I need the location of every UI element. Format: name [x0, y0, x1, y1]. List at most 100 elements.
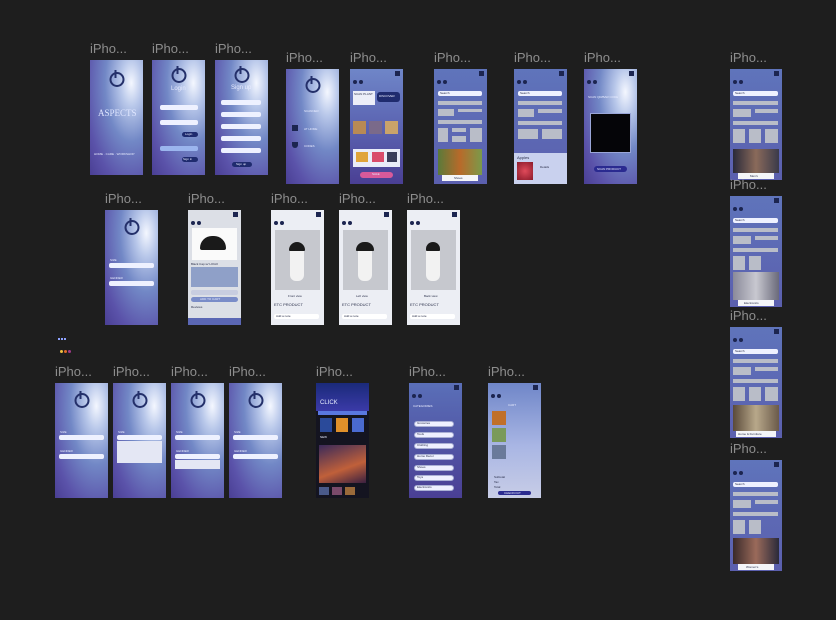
- category-block[interactable]: [518, 121, 562, 125]
- frame-filter-3[interactable]: iPho... SIZE GENDER: [171, 364, 224, 498]
- product-photo[interactable]: [356, 152, 368, 162]
- thumb-photo[interactable]: [332, 487, 342, 495]
- product-photo[interactable]: [387, 152, 397, 162]
- gender-dropdown[interactable]: [175, 460, 220, 469]
- frame-side-4[interactable]: iPho... Search Women's: [730, 441, 782, 571]
- frame-signup[interactable]: iPho... Sign up Sign up: [215, 41, 268, 175]
- category-block[interactable]: [765, 387, 778, 401]
- category-block[interactable]: [733, 492, 778, 496]
- product-photo[interactable]: [320, 418, 332, 432]
- cart-item-photo[interactable]: [492, 428, 506, 442]
- frame-categories[interactable]: iPho... CATEGORIES Groceries Tools Cloth…: [409, 364, 462, 498]
- frame-filter-1[interactable]: iPho... SIZE GENDER: [55, 364, 108, 498]
- frame-filter-4[interactable]: iPho... SIZE GENDER: [229, 364, 282, 498]
- frame-cap-front[interactable]: iPho... Front view ETC PRODUCT Add a not…: [271, 191, 324, 325]
- category-block[interactable]: [755, 236, 778, 240]
- hero-photo[interactable]: [319, 445, 366, 483]
- menu-item[interactable]: CODES: [304, 144, 315, 148]
- category-block[interactable]: [438, 101, 482, 105]
- size-select[interactable]: [117, 435, 162, 440]
- category-block[interactable]: [755, 500, 778, 504]
- size-dropdown[interactable]: [117, 441, 162, 463]
- confirm-field[interactable]: [221, 148, 261, 153]
- category-block[interactable]: [438, 128, 448, 142]
- frame-side-1[interactable]: iPho... Search Men's: [730, 50, 782, 180]
- email-field[interactable]: [221, 112, 261, 117]
- cart-item-photo[interactable]: [492, 411, 506, 425]
- name-field[interactable]: [221, 100, 261, 105]
- thumb-photo[interactable]: [319, 487, 329, 495]
- category-block[interactable]: [518, 109, 534, 117]
- product-photo[interactable]: [336, 418, 348, 432]
- category-block[interactable]: [470, 128, 482, 142]
- category-block[interactable]: [733, 121, 778, 125]
- menu-item[interactable]: AT HOME: [304, 127, 317, 131]
- category-block[interactable]: [749, 256, 761, 270]
- gender-select[interactable]: [233, 454, 278, 459]
- category-block[interactable]: [452, 136, 466, 142]
- frame-cart[interactable]: iPho... CART Subtotal Tax Total CHECKOUT: [488, 364, 541, 498]
- product-photo[interactable]: [353, 121, 366, 134]
- frame-side-2[interactable]: iPho... Search Electronics: [730, 177, 782, 307]
- product-photo[interactable]: [733, 149, 779, 173]
- size-select[interactable]: [175, 435, 220, 440]
- frame-grid-1[interactable]: iPho... Search Shoes: [434, 50, 487, 184]
- size-select[interactable]: [233, 435, 278, 440]
- category-block[interactable]: [749, 387, 761, 401]
- frame-grid-2[interactable]: iPho... Search Apples Details: [514, 50, 567, 184]
- password-field[interactable]: [160, 120, 198, 125]
- frame-cap-left[interactable]: iPho... Left view ETC PRODUCT Add a note: [339, 191, 392, 325]
- category-block[interactable]: [733, 359, 778, 363]
- size-select[interactable]: [59, 435, 104, 440]
- product-photo[interactable]: [733, 272, 779, 300]
- category-block[interactable]: [755, 367, 778, 371]
- camera-viewfinder[interactable]: [590, 113, 631, 153]
- frame-shop[interactable]: iPho... SCAN PLANT DISCOVER SALE: [350, 50, 403, 184]
- product-photo[interactable]: [733, 405, 779, 431]
- category-block[interactable]: [733, 520, 745, 534]
- category-block[interactable]: [749, 129, 761, 143]
- product-photo[interactable]: [369, 121, 382, 134]
- bottom-nav[interactable]: [188, 318, 241, 325]
- category-block[interactable]: [438, 120, 482, 124]
- frame-cap-detail[interactable]: iPho... Black Cap w/ LOGO ADD TO CART Re…: [188, 191, 241, 325]
- category-block[interactable]: [733, 109, 751, 117]
- category-block[interactable]: [518, 101, 562, 105]
- menu-item[interactable]: SCANNER: [304, 109, 319, 113]
- category-block[interactable]: [438, 109, 454, 116]
- password-field[interactable]: [221, 136, 261, 141]
- category-block[interactable]: [733, 379, 778, 383]
- frame-filter[interactable]: iPho... SIZE GENDER: [105, 191, 158, 325]
- category-block[interactable]: [733, 228, 778, 232]
- category-block[interactable]: [733, 387, 745, 401]
- quantity-field[interactable]: [191, 290, 238, 295]
- size-select[interactable]: [109, 263, 154, 268]
- category-block[interactable]: [733, 129, 745, 143]
- frame-filter-2[interactable]: iPho... SIZE: [113, 364, 166, 498]
- category-block[interactable]: [542, 129, 562, 139]
- cart-item-photo[interactable]: [492, 445, 506, 459]
- frame-cap-back[interactable]: iPho... Back view ETC PRODUCT Add a note: [407, 191, 460, 325]
- frame-login[interactable]: iPho... Login Login Sign in: [152, 41, 205, 175]
- frame-click[interactable]: iPho... CLICK NEW: [316, 364, 369, 498]
- category-block[interactable]: [733, 101, 778, 105]
- phone-field[interactable]: [221, 124, 261, 129]
- category-block[interactable]: [733, 256, 745, 270]
- frame-qr[interactable]: iPho... SCAN QR/BAR CODE SCAN PRODUCT: [584, 50, 637, 184]
- gender-select[interactable]: [59, 454, 104, 459]
- gender-select[interactable]: [175, 454, 220, 459]
- category-block[interactable]: [765, 129, 778, 143]
- category-block[interactable]: [733, 236, 751, 244]
- thumb-photo[interactable]: [345, 487, 355, 495]
- frame-menu[interactable]: iPho... SCANNER AT HOME CODES: [286, 50, 339, 184]
- product-photo[interactable]: [352, 418, 364, 432]
- category-block[interactable]: [518, 129, 538, 139]
- product-photo[interactable]: [733, 538, 779, 564]
- username-field[interactable]: [160, 105, 198, 110]
- category-block[interactable]: [452, 128, 466, 132]
- product-photo[interactable]: [385, 121, 398, 134]
- category-block[interactable]: [755, 109, 778, 113]
- product-photo[interactable]: [372, 152, 384, 162]
- category-block[interactable]: [458, 109, 482, 112]
- frame-side-3[interactable]: iPho... Search Home & Furniture: [730, 308, 782, 438]
